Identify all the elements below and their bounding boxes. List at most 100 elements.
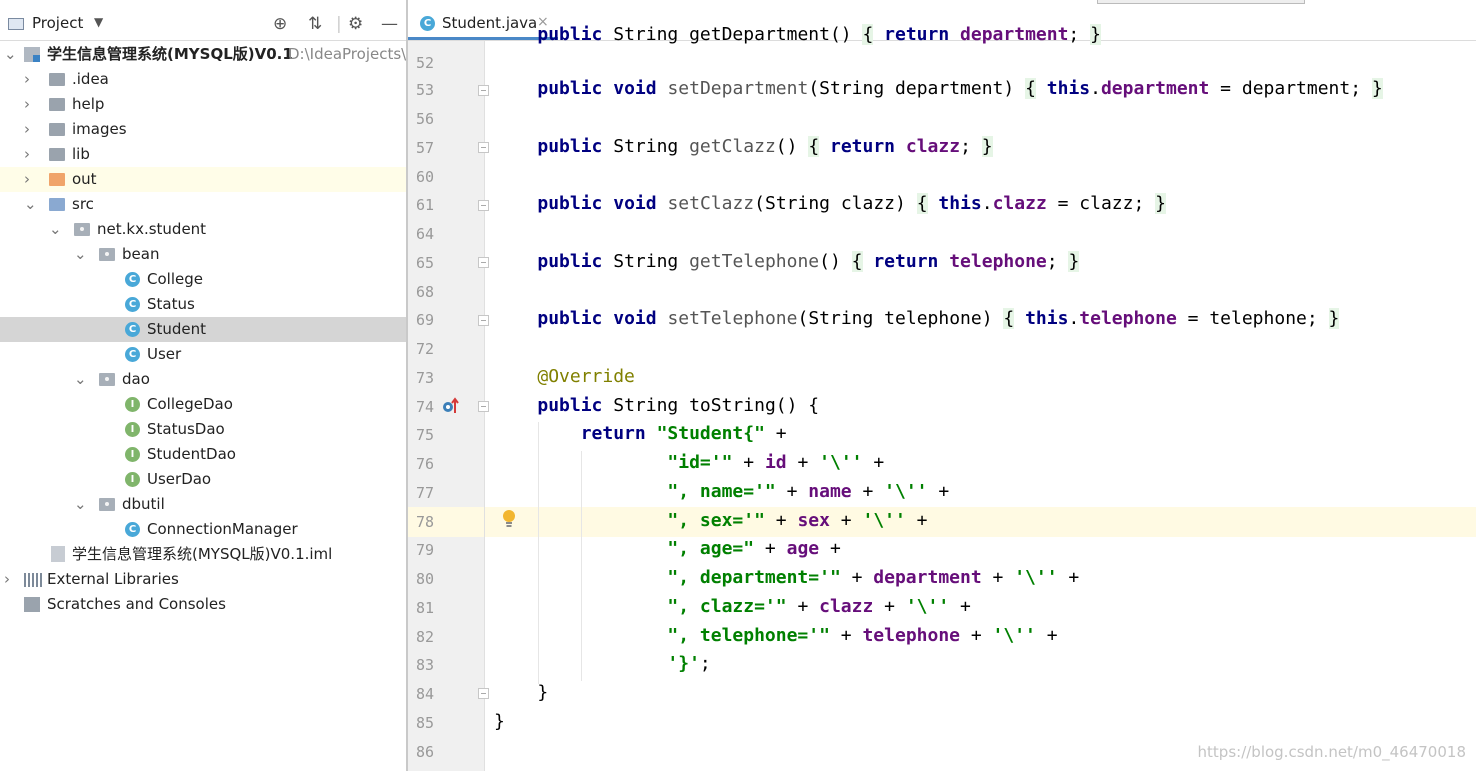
chevron-down-icon[interactable]: ⌄ bbox=[74, 369, 87, 389]
scratches-icon bbox=[24, 597, 40, 612]
code-line-81[interactable]: ", clazz='" + clazz + '\'' + bbox=[494, 595, 970, 619]
code-line-53[interactable]: public void setDepartment(String departm… bbox=[494, 77, 1383, 101]
chevron-right-icon[interactable]: › bbox=[24, 94, 30, 114]
package-icon bbox=[99, 248, 115, 261]
tree-item-connectionmanager[interactable]: C ConnectionManager bbox=[0, 517, 406, 542]
chevron-down-icon[interactable]: ⌄ bbox=[74, 494, 87, 514]
line-number: 86 bbox=[415, 743, 434, 761]
line-number: 85 bbox=[415, 714, 434, 732]
tree-item-scratches[interactable]: Scratches and Consoles bbox=[0, 592, 406, 617]
tree-item-bean[interactable]: ⌄ bean bbox=[0, 242, 406, 267]
code-line-79[interactable]: ", age=" + age + bbox=[494, 537, 840, 561]
tree-item-lib[interactable]: › lib bbox=[0, 142, 406, 167]
chevron-right-icon[interactable]: › bbox=[24, 69, 30, 89]
code-line-61[interactable]: public void setClazz(String clazz) { thi… bbox=[494, 192, 1166, 216]
chevron-down-icon[interactable]: ▼ bbox=[94, 15, 103, 29]
tree-item-out[interactable]: › out bbox=[0, 167, 406, 192]
tree-item-label: help bbox=[72, 95, 105, 113]
tree-item-label: StudentDao bbox=[147, 445, 236, 463]
tree-item-dao[interactable]: ⌄ dao bbox=[0, 367, 406, 392]
tree-item-collegedao[interactable]: I CollegeDao bbox=[0, 392, 406, 417]
line-number: 53 bbox=[415, 81, 434, 99]
minimize-icon[interactable]: — bbox=[381, 14, 398, 34]
fold-marker[interactable] bbox=[478, 688, 489, 699]
line-number: 72 bbox=[415, 340, 434, 358]
code-line-84[interactable]: } bbox=[494, 681, 548, 705]
tree-item-net-kx-student[interactable]: ⌄ net.kx.student bbox=[0, 217, 406, 242]
tree-item-label: College bbox=[147, 270, 203, 288]
line-number: 82 bbox=[415, 628, 434, 646]
line-number: 77 bbox=[415, 484, 434, 502]
package-icon bbox=[99, 373, 115, 386]
tree-item-student[interactable]: C Student bbox=[0, 317, 406, 342]
code-line-57[interactable]: public String getClazz() { return clazz;… bbox=[494, 135, 993, 159]
chevron-down-icon[interactable]: ⌄ bbox=[74, 244, 87, 264]
tree-item-label: ConnectionManager bbox=[147, 520, 298, 538]
code-line-78[interactable]: ", sex='" + sex + '\'' + bbox=[494, 509, 927, 533]
tree-item-images[interactable]: › images bbox=[0, 117, 406, 142]
libraries-icon bbox=[24, 573, 42, 587]
chevron-down-icon[interactable]: ⌄ bbox=[49, 219, 62, 239]
code-line-65[interactable]: public String getTelephone() { return te… bbox=[494, 250, 1080, 274]
tree-item-src[interactable]: ⌄ src bbox=[0, 192, 406, 217]
code-line-51[interactable]: public String getDepartment() { return d… bbox=[494, 23, 1101, 47]
tree-item-dbutil[interactable]: ⌄ dbutil bbox=[0, 492, 406, 517]
locate-target-icon[interactable]: ⊕ bbox=[273, 14, 287, 34]
interface-icon: I bbox=[125, 422, 140, 437]
tree-item-college[interactable]: C College bbox=[0, 267, 406, 292]
line-number: 83 bbox=[415, 656, 434, 674]
fold-marker[interactable] bbox=[478, 85, 489, 96]
line-number: 73 bbox=[415, 369, 434, 387]
folder-icon bbox=[49, 123, 65, 136]
chevron-right-icon[interactable]: › bbox=[24, 144, 30, 164]
code-line-74[interactable]: public String toString() { bbox=[494, 394, 819, 418]
code-line-80[interactable]: ", department='" + department + '\'' + bbox=[494, 566, 1079, 590]
line-number: 76 bbox=[415, 455, 434, 473]
tree-item-userdao[interactable]: I UserDao bbox=[0, 467, 406, 492]
watermark: https://blog.csdn.net/m0_46470018 bbox=[1197, 743, 1466, 761]
chevron-right-icon[interactable]: › bbox=[4, 569, 10, 589]
tree-item-idea[interactable]: › .idea bbox=[0, 67, 406, 92]
folder-icon bbox=[49, 73, 65, 86]
code-line-83[interactable]: '}'; bbox=[494, 652, 710, 676]
tree-item-studentdao[interactable]: I StudentDao bbox=[0, 442, 406, 467]
code-line-85[interactable]: } bbox=[494, 710, 505, 734]
override-method-icon[interactable] bbox=[442, 397, 460, 415]
chevron-down-icon[interactable]: ⌄ bbox=[4, 44, 17, 64]
tree-item-project-root[interactable]: ⌄ 学生信息管理系统(MYSQL版)V0.1 D:\IdeaProjects\ bbox=[0, 42, 406, 67]
code-line-82[interactable]: ", telephone='" + telephone + '\'' + bbox=[494, 624, 1057, 648]
gear-icon[interactable]: ⚙ bbox=[348, 14, 363, 34]
fold-marker[interactable] bbox=[478, 401, 489, 412]
package-icon bbox=[99, 498, 115, 511]
tree-item-label: CollegeDao bbox=[147, 395, 233, 413]
chevron-right-icon[interactable]: › bbox=[24, 169, 30, 189]
toolbar-separator: | bbox=[336, 14, 342, 34]
fold-marker[interactable] bbox=[478, 142, 489, 153]
tree-item-statusdao[interactable]: I StatusDao bbox=[0, 417, 406, 442]
fold-marker[interactable] bbox=[478, 315, 489, 326]
tree-item-label: UserDao bbox=[147, 470, 212, 488]
tree-item-label: out bbox=[72, 170, 97, 188]
code-line-73[interactable]: @Override bbox=[494, 365, 635, 389]
line-number: 80 bbox=[415, 570, 434, 588]
code-line-69[interactable]: public void setTelephone(String telephon… bbox=[494, 307, 1340, 331]
tree-item-label: bean bbox=[122, 245, 160, 263]
tree-item-help[interactable]: › help bbox=[0, 92, 406, 117]
fold-marker[interactable] bbox=[478, 200, 489, 211]
iml-file-icon bbox=[51, 546, 65, 562]
line-number: 68 bbox=[415, 283, 434, 301]
tree-item-iml-file[interactable]: 学生信息管理系统(MYSQL版)V0.1.iml bbox=[0, 542, 406, 567]
project-view-title[interactable]: Project bbox=[32, 14, 83, 32]
tree-item-user[interactable]: C User bbox=[0, 342, 406, 367]
collapse-all-icon[interactable]: ⇅ bbox=[308, 14, 322, 34]
fold-marker[interactable] bbox=[478, 257, 489, 268]
line-number: 74 bbox=[415, 398, 434, 416]
tree-item-external-libraries[interactable]: › External Libraries bbox=[0, 567, 406, 592]
chevron-right-icon[interactable]: › bbox=[24, 119, 30, 139]
chevron-down-icon[interactable]: ⌄ bbox=[24, 194, 37, 214]
class-icon: C bbox=[125, 297, 140, 312]
code-line-77[interactable]: ", name='" + name + '\'' + bbox=[494, 480, 949, 504]
tree-item-status[interactable]: C Status bbox=[0, 292, 406, 317]
code-line-76[interactable]: "id='" + id + '\'' + bbox=[494, 451, 884, 475]
code-line-75[interactable]: return "Student{" + bbox=[494, 422, 787, 446]
